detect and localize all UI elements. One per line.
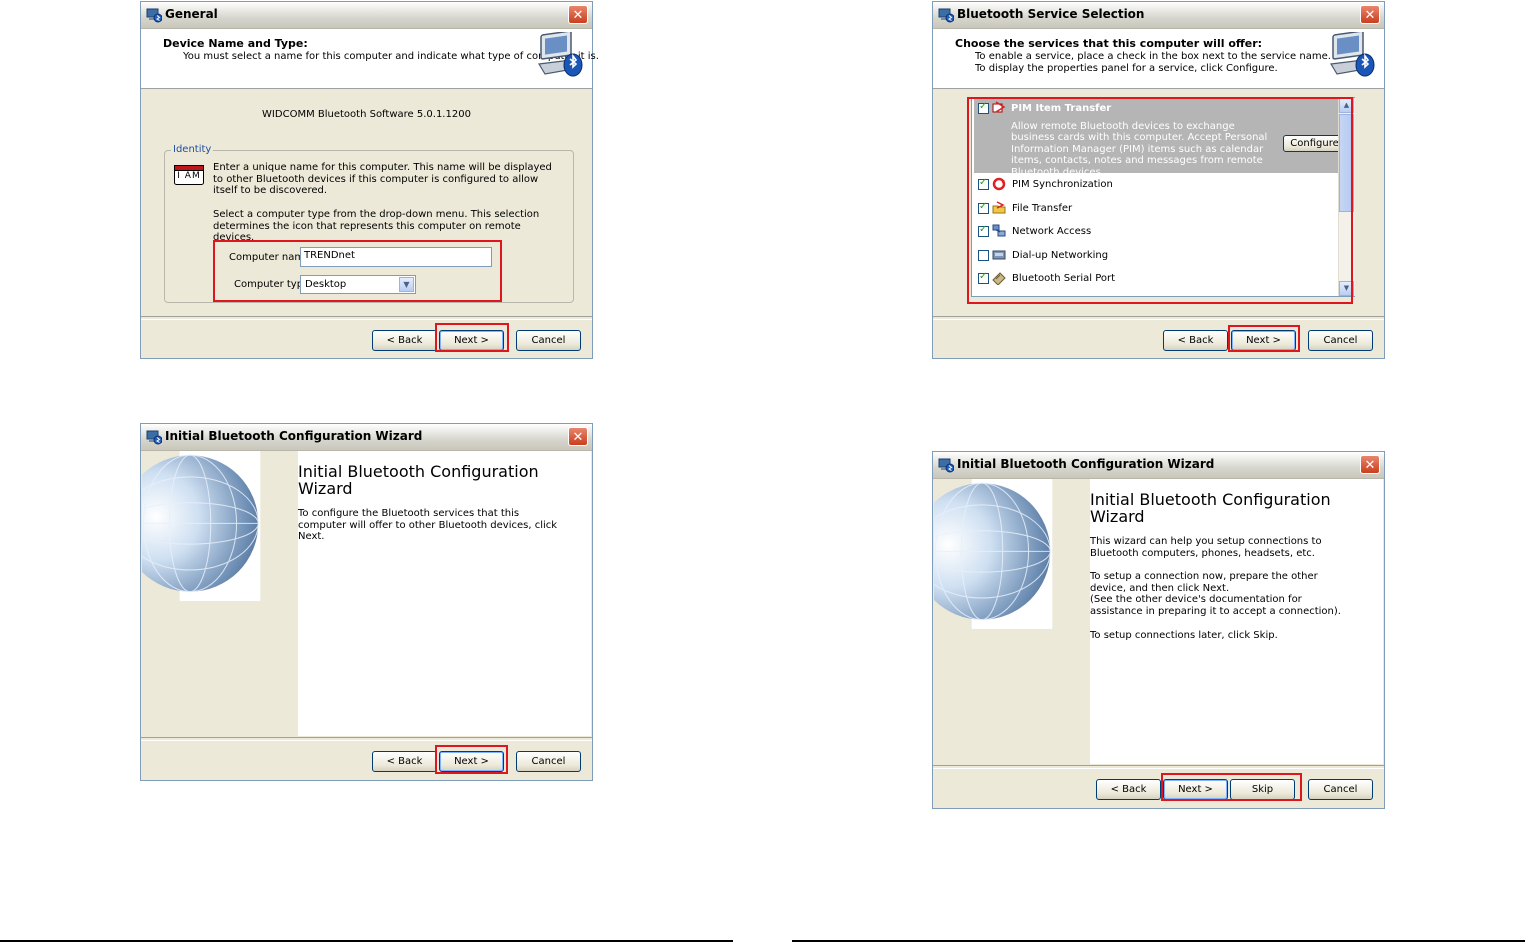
back-button[interactable]: < Back	[372, 751, 437, 772]
software-version: WIDCOMM Bluetooth Software 5.0.1.1200	[262, 109, 471, 120]
wizard-text-see-docs: (See the other device's documentation fo…	[1090, 594, 1341, 617]
identity-text: Enter a unique name for this computer. T…	[213, 162, 552, 197]
wizard-content: Initial Bluetooth Configuration Wizard T…	[1090, 479, 1383, 764]
bluetooth-app-icon	[938, 7, 954, 23]
identity-group-label: Identity	[171, 144, 214, 155]
dialog-header: Choose the services that this computer w…	[933, 29, 1384, 89]
close-icon[interactable]: ✕	[568, 427, 588, 446]
footer-separator	[141, 316, 592, 320]
footer-separator	[141, 737, 592, 741]
window-title: General	[165, 7, 218, 21]
highlight-box-next	[435, 323, 509, 352]
back-button[interactable]: < Back	[372, 330, 437, 351]
wizard-content: Initial Bluetooth Configuration Wizard T…	[298, 451, 591, 736]
window-title: Bluetooth Service Selection	[957, 7, 1145, 21]
bluetooth-app-icon	[146, 429, 162, 445]
globe-art-image	[142, 451, 298, 601]
globe-art-image	[934, 479, 1090, 629]
header-title: Device Name and Type:	[163, 37, 308, 50]
header-title: Choose the services that this computer w…	[955, 37, 1263, 50]
page-footer-rule-left	[0, 940, 733, 942]
highlight-box-next	[1228, 325, 1300, 352]
window-title: Initial Bluetooth Configuration Wizard	[165, 429, 423, 443]
highlight-box-fields	[213, 240, 502, 302]
connection-wizard-dialog: Initial Bluetooth Configuration Wizard ✕…	[932, 451, 1385, 809]
cancel-button[interactable]: Cancel	[516, 751, 581, 772]
initial-wizard-dialog: Initial Bluetooth Configuration Wizard ✕…	[140, 423, 593, 781]
highlight-box-next-skip	[1161, 773, 1302, 801]
title-bar[interactable]: Bluetooth Service Selection ✕	[933, 2, 1384, 29]
wizard-text-later: To setup connections later, click Skip.	[1090, 630, 1278, 641]
general-dialog: General ✕ Device Name and Type: You must…	[140, 1, 599, 359]
bluetooth-computer-icon	[1327, 32, 1377, 82]
footer-separator	[933, 765, 1384, 769]
wizard-text-setup-now: To setup a connection now, prepare the o…	[1090, 571, 1318, 594]
bluetooth-computer-icon	[535, 32, 585, 82]
back-button[interactable]: < Back	[1163, 330, 1228, 351]
footer-separator	[933, 316, 1384, 320]
service-selection-dialog: Bluetooth Service Selection ✕ Choose the…	[932, 1, 1385, 359]
cancel-button[interactable]: Cancel	[516, 330, 581, 351]
cancel-button[interactable]: Cancel	[1308, 779, 1373, 800]
window-title: Initial Bluetooth Configuration Wizard	[957, 457, 1215, 471]
wizard-heading: Initial Bluetooth Configuration Wizard	[1090, 490, 1331, 526]
close-icon[interactable]: ✕	[568, 5, 588, 24]
highlight-box-services	[967, 97, 1353, 304]
id-badge-text: I AM	[177, 171, 201, 181]
close-icon[interactable]: ✕	[1360, 455, 1380, 474]
wizard-text-intro: This wizard can help you setup connectio…	[1090, 536, 1322, 559]
back-button[interactable]: < Back	[1096, 779, 1161, 800]
title-bar[interactable]: Initial Bluetooth Configuration Wizard ✕	[141, 424, 592, 451]
bluetooth-app-icon	[938, 457, 954, 473]
wizard-heading: Initial Bluetooth Configuration Wizard	[298, 462, 539, 498]
close-icon[interactable]: ✕	[1360, 5, 1380, 24]
type-text: Select a computer type from the drop-dow…	[213, 209, 540, 244]
highlight-box-next	[435, 745, 508, 774]
dialog-header: Device Name and Type: You must select a …	[141, 29, 599, 89]
bluetooth-app-icon	[146, 7, 162, 23]
wizard-text: To configure the Bluetooth services that…	[298, 508, 558, 543]
title-bar[interactable]: General ✕	[141, 2, 592, 29]
title-bar[interactable]: Initial Bluetooth Configuration Wizard ✕	[933, 452, 1384, 479]
header-line-2: To display the properties panel for a se…	[975, 63, 1278, 74]
cancel-button[interactable]: Cancel	[1308, 330, 1373, 351]
header-line-1: To enable a service, place a check in th…	[975, 51, 1331, 62]
page-footer-rule-right	[792, 940, 1525, 942]
